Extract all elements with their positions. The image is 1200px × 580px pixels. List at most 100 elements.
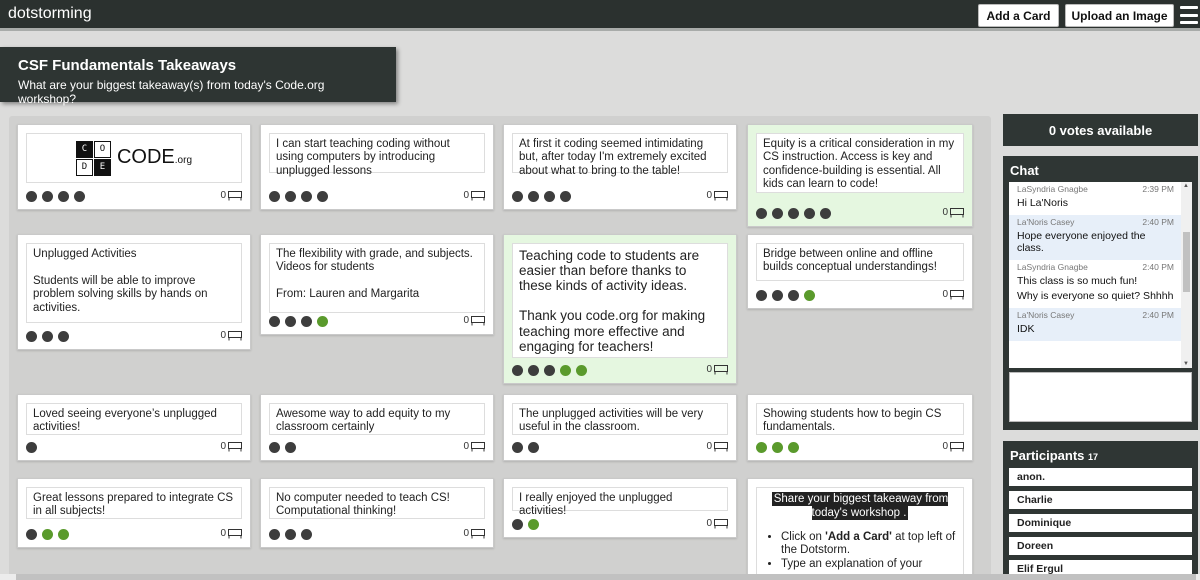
vote-count[interactable]: 0 [942, 441, 964, 452]
idea-card[interactable]: At first it coding seemed intimidating b… [503, 124, 737, 210]
vote-icon[interactable] [950, 208, 964, 218]
vote-count[interactable]: 0 [942, 207, 964, 218]
code-org-logo: CODE [75, 140, 111, 176]
vote-dot [269, 316, 280, 327]
vote-count[interactable]: 0 [706, 364, 728, 375]
vote-count-value: 0 [220, 441, 226, 452]
card-board: Share your biggest takeaway from today's… [9, 116, 991, 580]
vote-icon[interactable] [228, 331, 242, 341]
idea-card[interactable]: The unplugged activities will be very us… [503, 394, 737, 461]
card-text: Showing students how to begin CS fundame… [756, 403, 964, 435]
vote-dots [269, 529, 312, 540]
vote-icon[interactable] [471, 191, 485, 201]
vote-dots [269, 191, 328, 202]
vote-dot [512, 442, 523, 453]
idea-card[interactable]: I can start teaching coding without usin… [260, 124, 494, 210]
idea-card[interactable]: C O D E CODE.org 0 [17, 124, 251, 210]
message-time: 2:39 PM [1142, 184, 1174, 194]
vote-icon[interactable] [228, 191, 242, 201]
vote-icon[interactable] [714, 191, 728, 201]
idea-card[interactable]: Bridge between online and offline builds… [747, 234, 973, 309]
idea-card[interactable]: I really enjoyed the unplugged activitie… [503, 478, 737, 538]
idea-card[interactable]: Unplugged Activities Students will be ab… [17, 234, 251, 350]
vote-dots [756, 442, 799, 453]
vote-count[interactable]: 0 [463, 441, 485, 452]
chat-messages[interactable]: LaSyndria Gnagbe 2:39 PM Hi La'Noris La'Nor… [1009, 182, 1192, 368]
participant-item[interactable]: anon. [1009, 468, 1192, 486]
vote-dot [560, 191, 571, 202]
vote-count-value: 0 [706, 518, 712, 529]
vote-count[interactable]: 0 [706, 441, 728, 452]
vote-dots [269, 442, 296, 453]
scroll-down-icon[interactable]: ▼ [1183, 361, 1189, 367]
chat-input[interactable] [1009, 372, 1192, 422]
vote-count[interactable]: 0 [220, 528, 242, 539]
vote-dot [42, 331, 53, 342]
card-text: Great lessons prepared to integrate CS i… [26, 487, 242, 519]
vote-dot [269, 191, 280, 202]
upload-image-button[interactable]: Upload an Image [1065, 4, 1174, 27]
vote-icon[interactable] [714, 365, 728, 375]
vote-dot [804, 208, 815, 219]
idea-card[interactable]: No computer needed to teach CS! Computat… [260, 478, 494, 548]
vote-icon[interactable] [950, 442, 964, 452]
app-brand[interactable]: dotstorming [8, 5, 92, 23]
board-subtitle: What are your biggest takeaway(s) from t… [18, 78, 325, 106]
vote-dots [26, 191, 85, 202]
vote-icon[interactable] [471, 316, 485, 326]
vote-dot [756, 290, 767, 301]
vote-count[interactable]: 0 [706, 518, 728, 529]
idea-card[interactable]: Teaching code to students are easier tha… [503, 234, 737, 384]
vote-count[interactable]: 0 [942, 289, 964, 300]
vote-dot [772, 290, 783, 301]
horizontal-scrollbar[interactable] [0, 574, 1200, 580]
vote-count[interactable]: 0 [463, 190, 485, 201]
chat-scrollbar[interactable]: ▲ ▼ [1181, 182, 1192, 368]
vote-count-value: 0 [220, 528, 226, 539]
participant-item[interactable]: Doreen [1009, 537, 1192, 555]
horizontal-scrollbar-thumb[interactable] [16, 574, 1196, 580]
chat-message: LaSyndria Gnagbe 2:39 PM Hi La'Noris [1009, 182, 1192, 215]
vote-count[interactable]: 0 [220, 190, 242, 201]
message-text: Hi La'Noris [1017, 197, 1069, 209]
vote-icon[interactable] [471, 442, 485, 452]
vote-count[interactable]: 0 [463, 528, 485, 539]
scroll-up-icon[interactable]: ▲ [1183, 183, 1189, 189]
idea-card[interactable]: Great lessons prepared to integrate CS i… [17, 478, 251, 548]
chat-message: LaSyndria Gnagbe 2:40 PM This class is so … [1009, 260, 1192, 308]
vote-icon[interactable] [950, 290, 964, 300]
idea-card[interactable]: The flexibility with grade, and subjects… [260, 234, 494, 335]
chat-title: Chat [1010, 163, 1039, 178]
card-text: I really enjoyed the unplugged activitie… [512, 487, 728, 517]
vote-icon[interactable] [228, 529, 242, 539]
vote-dot [512, 365, 523, 376]
vote-count[interactable]: 0 [220, 330, 242, 341]
vote-count[interactable]: 0 [463, 315, 485, 326]
menu-icon[interactable] [1180, 6, 1198, 24]
vote-dot [528, 442, 539, 453]
vote-dot [772, 442, 783, 453]
vote-count[interactable]: 0 [706, 190, 728, 201]
vote-icon[interactable] [714, 442, 728, 452]
add-card-button[interactable]: Add a Card [978, 4, 1059, 27]
vote-dot [301, 191, 312, 202]
idea-card[interactable]: Awesome way to add equity to my classroo… [260, 394, 494, 461]
vote-icon[interactable] [714, 519, 728, 529]
chat-scrollbar-thumb[interactable] [1183, 232, 1190, 292]
board-header: CSF Fundamentals Takeaways What are your… [0, 47, 396, 106]
idea-card[interactable]: Loved seeing everyone’s unplugged activi… [17, 394, 251, 461]
participant-item[interactable]: Charlie [1009, 491, 1192, 509]
participants-list: anon. Charlie Dominique Doreen Elif Ergul [1009, 468, 1192, 578]
idea-card[interactable]: Equity is a critical consideration in my… [747, 124, 973, 227]
vote-count[interactable]: 0 [220, 441, 242, 452]
vote-dots [26, 331, 69, 342]
card-text: Unplugged Activities Students will be ab… [26, 243, 242, 323]
participants-title: Participants 17 [1010, 448, 1099, 463]
idea-card[interactable]: Showing students how to begin CS fundame… [747, 394, 973, 461]
vote-icon[interactable] [471, 529, 485, 539]
instruction-step: Click on 'Add a Card' at top left of the… [781, 531, 957, 558]
participant-item[interactable]: Dominique [1009, 514, 1192, 532]
vote-icon[interactable] [228, 442, 242, 452]
instructions-card[interactable]: Share your biggest takeaway from today's… [747, 478, 973, 580]
message-author: LaSyndria Gnagbe [1017, 184, 1088, 194]
